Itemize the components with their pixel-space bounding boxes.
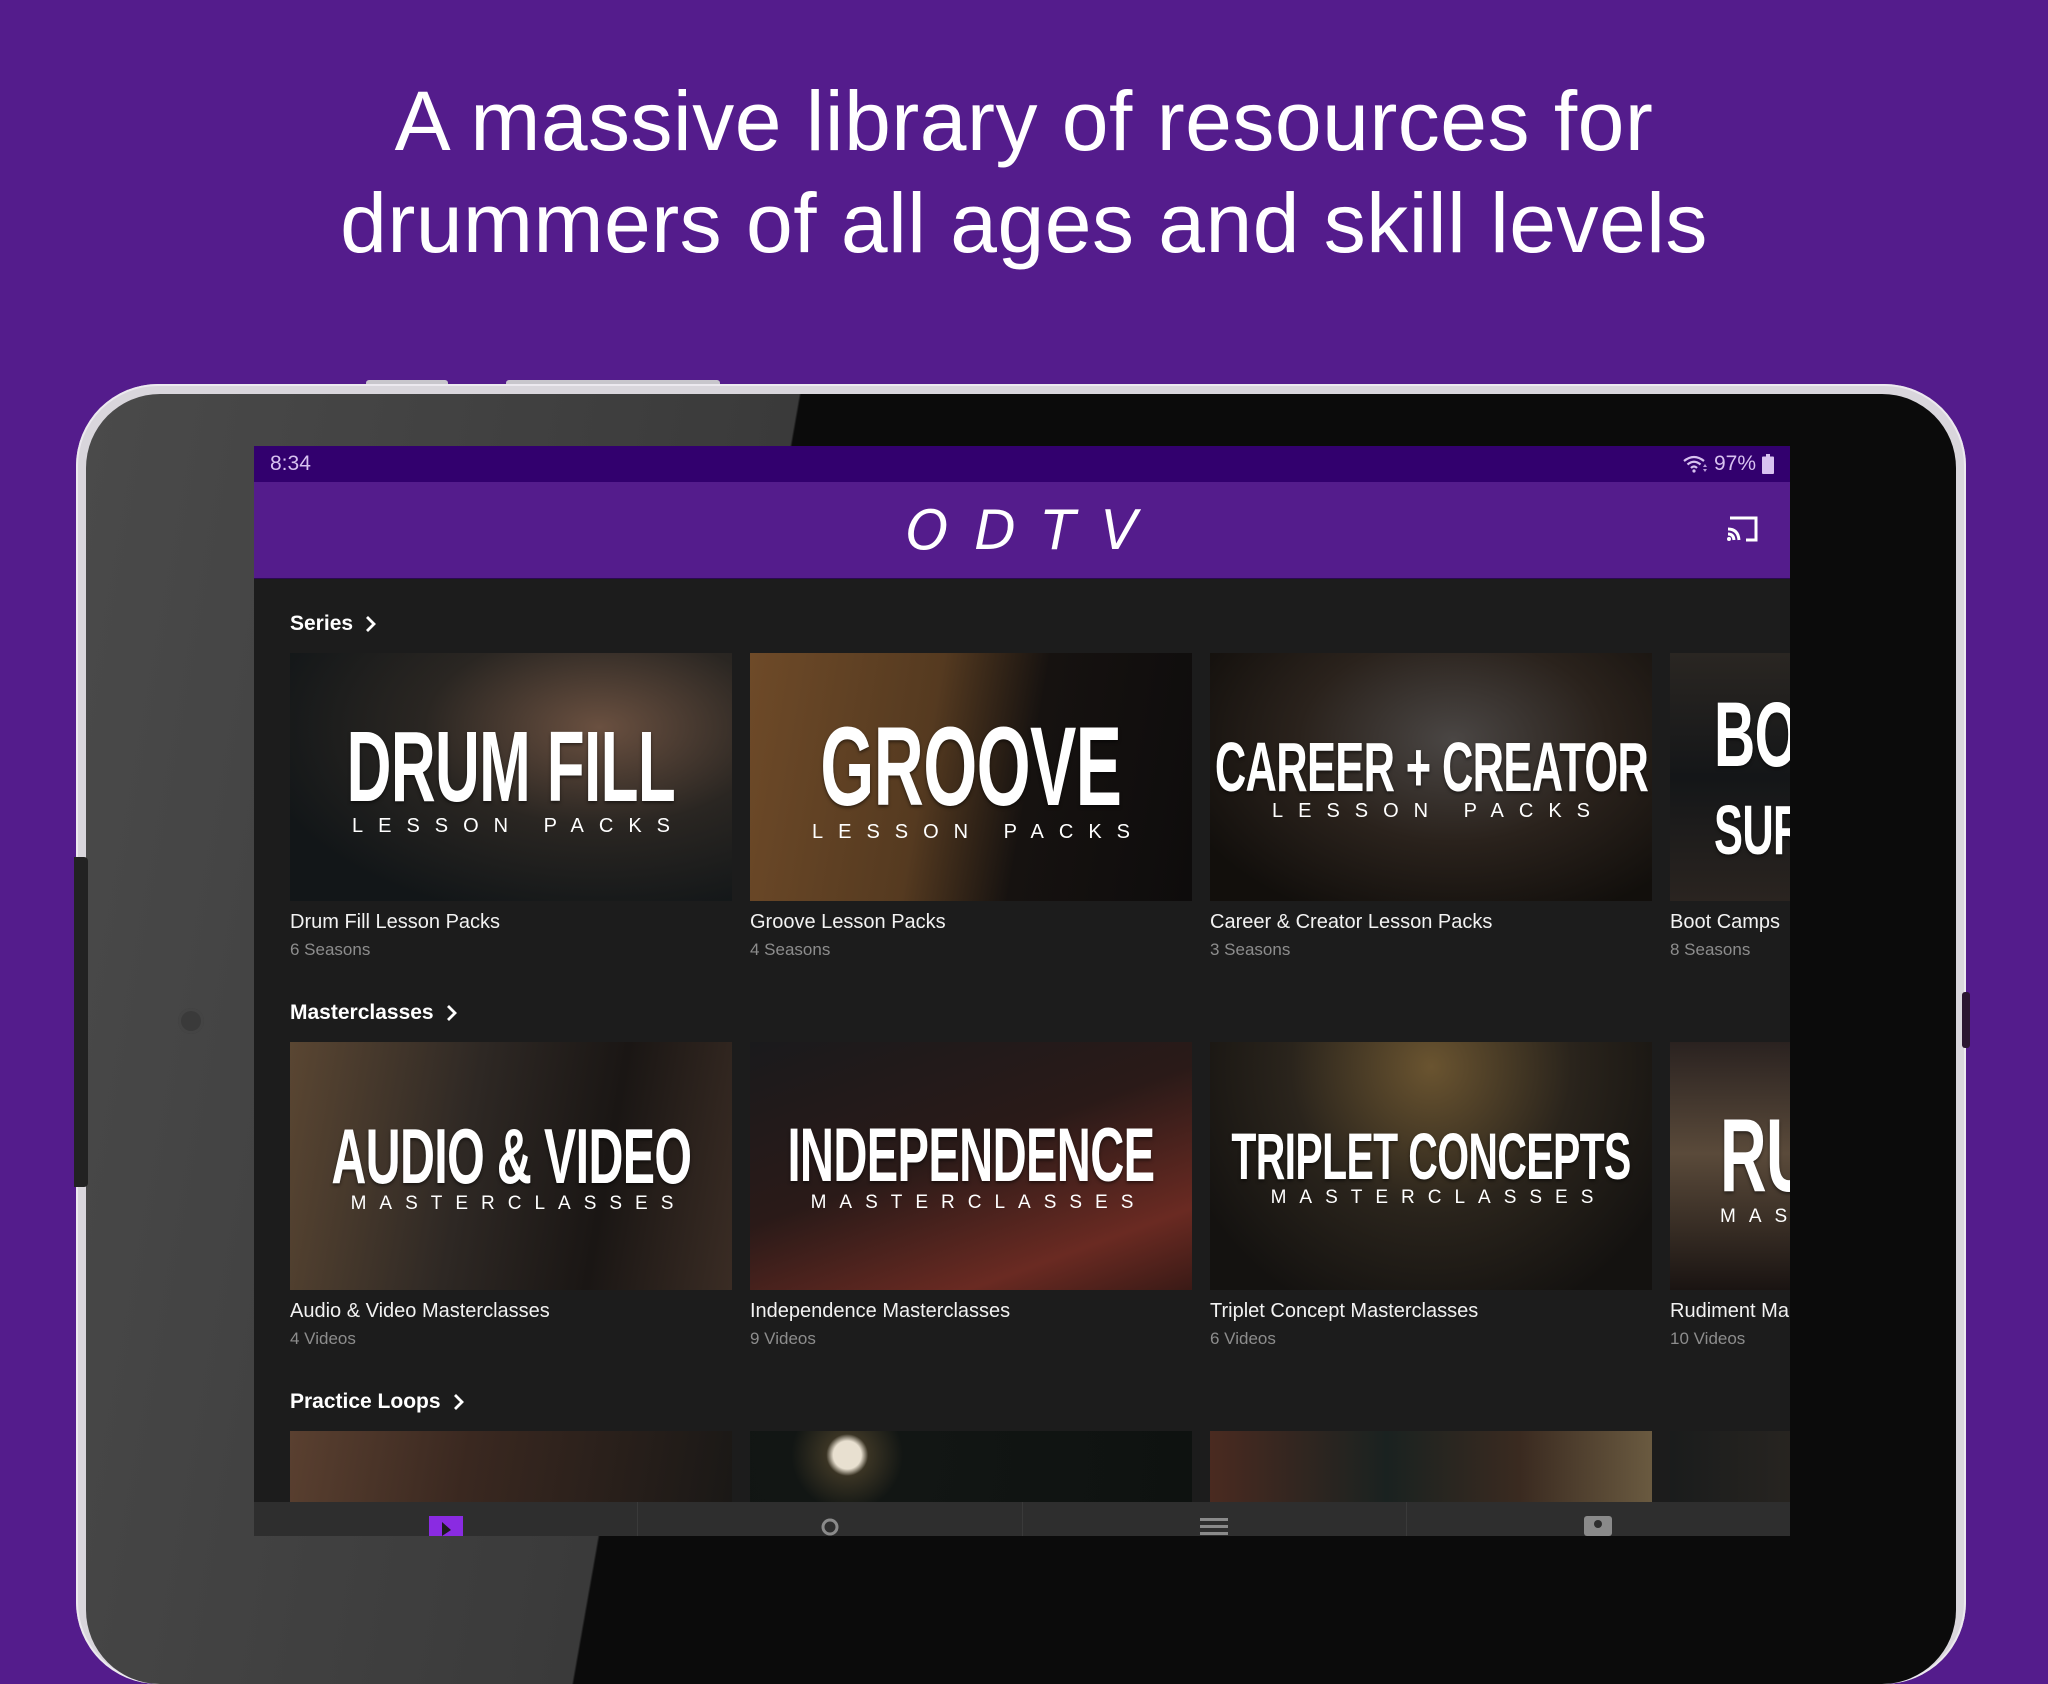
card-title: Triplet Concept Masterclasses <box>1210 1300 1479 1322</box>
series-card[interactable]: DRUM FILL LESSON PACKS Drum Fill Lesson … <box>290 653 732 960</box>
card-subtitle: 4 Videos <box>290 1329 356 1348</box>
series-card[interactable]: CAREER + CREATOR LESSON PACKS Career & C… <box>1210 653 1652 960</box>
app-bar: ODTV <box>254 482 1790 579</box>
thumbnail: DRUM FILL LESSON PACKS <box>290 653 732 901</box>
thumbnail-subtitle: SUR <box>1714 791 1790 869</box>
card-subtitle: 6 Seasons <box>290 940 371 959</box>
content-scroll[interactable]: Series DRUM FILL LESSON PACKS Drum Fill … <box>254 611 1790 1511</box>
thumbnail: BO SUR <box>1670 653 1790 901</box>
thumbnail <box>1210 1431 1652 1511</box>
series-card[interactable]: GROOVE LESSON PACKS Groove Lesson Packs … <box>750 653 1192 960</box>
thumbnail: INDEPENDENCE MASTERCLASSES <box>750 1042 1192 1290</box>
loop-card[interactable] <box>750 1431 1192 1511</box>
card-subtitle: 6 Videos <box>1210 1329 1276 1348</box>
status-bar: 8:34 97% <box>254 446 1790 482</box>
card-title: Audio & Video Masterclasses <box>290 1300 550 1322</box>
masterclass-card[interactable]: RU MAS Rudiment Ma 10 Videos <box>1670 1042 1790 1349</box>
card-title: Rudiment Ma <box>1670 1300 1789 1322</box>
nav-item-search[interactable] <box>638 1502 1023 1536</box>
nav-item-profile[interactable] <box>1407 1502 1790 1536</box>
device-side-edge <box>74 857 88 1187</box>
front-camera <box>178 1008 204 1034</box>
battery-icon <box>1762 454 1774 474</box>
loop-card[interactable] <box>1210 1431 1652 1511</box>
thumbnail <box>750 1431 1192 1511</box>
card-subtitle: 9 Videos <box>750 1329 816 1348</box>
masterclass-card[interactable]: INDEPENDENCE MASTERCLASSES Independence … <box>750 1042 1192 1349</box>
nav-item-watch[interactable] <box>254 1502 639 1536</box>
masterclasses-row[interactable]: AUDIO & VIDEO MASTERCLASSES Audio & Vide… <box>290 1042 1790 1349</box>
thumbnail <box>1670 1431 1790 1511</box>
thumbnail: CAREER + CREATOR LESSON PACKS <box>1210 653 1652 901</box>
thumbnail <box>290 1431 732 1511</box>
app-screen: 8:34 97% ODTV Series DRUM FILL LESSON PA… <box>254 446 1790 1536</box>
thumbnail-title: RU <box>1720 1098 1790 1214</box>
section-header-masterclasses[interactable]: Masterclasses <box>290 1000 1790 1026</box>
thumbnail: GROOVE LESSON PACKS <box>750 653 1192 901</box>
thumbnail-title: AUDIO & VIDEO <box>330 1112 692 1200</box>
thumbnail-title: INDEPENDENCE <box>787 1113 1156 1198</box>
app-logo: ODTV <box>905 498 1164 562</box>
thumbnail-title: DRUM FILL <box>346 710 676 823</box>
status-time: 8:34 <box>270 452 311 475</box>
masterclass-card[interactable]: AUDIO & VIDEO MASTERCLASSES Audio & Vide… <box>290 1042 732 1349</box>
thumbnail: TRIPLET CONCEPTS MASTERCLASSES <box>1210 1042 1652 1290</box>
card-subtitle: 4 Seasons <box>750 940 831 959</box>
series-card[interactable]: BO SUR Boot Camps 8 Seasons <box>1670 653 1790 960</box>
card-subtitle: 3 Seasons <box>1210 940 1291 959</box>
thumbnail-title: TRIPLET CONCEPTS <box>1231 1119 1631 1193</box>
loop-card[interactable] <box>290 1431 732 1511</box>
chevron-right-icon <box>446 1005 457 1021</box>
promo-headline: A massive library of resources for drumm… <box>0 70 2048 274</box>
wifi-icon <box>1683 455 1707 473</box>
section-title: Masterclasses <box>290 1001 434 1024</box>
play-icon <box>428 1516 463 1536</box>
card-title: Groove Lesson Packs <box>750 911 946 933</box>
series-row[interactable]: DRUM FILL LESSON PACKS Drum Fill Lesson … <box>290 653 1790 960</box>
card-title: Career & Creator Lesson Packs <box>1210 911 1493 933</box>
device-side-edge <box>1962 992 1970 1048</box>
thumbnail-title: CAREER + CREATOR <box>1214 727 1648 806</box>
section-header-series[interactable]: Series <box>290 611 1790 637</box>
headline-line-2: drummers of all ages and skill levels <box>340 176 1708 270</box>
section-header-practice-loops[interactable]: Practice Loops <box>290 1389 1790 1415</box>
search-icon <box>821 1518 839 1536</box>
masterclass-card[interactable]: TRIPLET CONCEPTS MASTERCLASSES Triplet C… <box>1210 1042 1652 1349</box>
section-title: Series <box>290 612 354 635</box>
card-title: Boot Camps <box>1670 911 1781 933</box>
thumbnail: RU MAS <box>1670 1042 1790 1290</box>
menu-icon <box>1200 1518 1229 1535</box>
thumbnail-title: BO <box>1714 684 1790 786</box>
thumbnail: AUDIO & VIDEO MASTERCLASSES <box>290 1042 732 1290</box>
chevron-right-icon <box>453 1394 464 1410</box>
battery-percent: 97% <box>1713 452 1756 475</box>
nav-item-menu[interactable] <box>1023 1502 1407 1536</box>
card-subtitle: 8 Seasons <box>1670 940 1751 959</box>
cast-icon[interactable] <box>1722 512 1762 548</box>
card-title: Independence Masterclasses <box>750 1300 1011 1322</box>
bottom-navigation <box>254 1502 1790 1536</box>
chevron-right-icon <box>366 616 377 632</box>
section-title: Practice Loops <box>290 1390 441 1413</box>
profile-icon <box>1584 1516 1613 1536</box>
practice-loops-row[interactable] <box>290 1431 1790 1511</box>
headline-line-1: A massive library of resources for <box>394 74 1654 168</box>
card-subtitle: 10 Videos <box>1670 1329 1746 1348</box>
card-title: Drum Fill Lesson Packs <box>290 911 501 933</box>
thumbnail-title: GROOVE <box>820 703 1122 829</box>
loop-card[interactable] <box>1670 1431 1790 1511</box>
